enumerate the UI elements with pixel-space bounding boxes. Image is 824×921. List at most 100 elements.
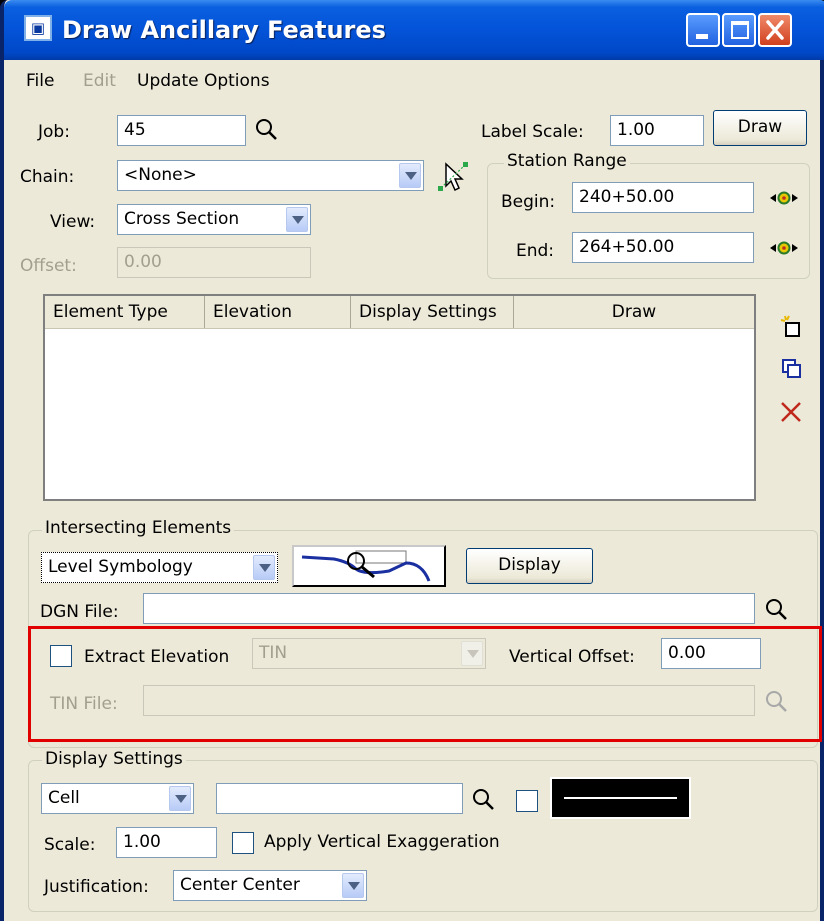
justification-dropdown-icon[interactable] <box>342 873 364 898</box>
close-button[interactable] <box>758 13 792 47</box>
extract-source-dropdown-icon <box>461 641 483 666</box>
apply-vertical-exaggeration-label: Apply Vertical Exaggeration <box>264 832 500 852</box>
intersecting-elements-title: Intersecting Elements <box>42 518 235 538</box>
vertical-offset-value: 0.00 <box>668 643 706 663</box>
apply-vertical-exaggeration-checkbox[interactable] <box>232 832 254 854</box>
display-type-value: Cell <box>48 788 80 808</box>
chain-value: <None> <box>124 165 197 185</box>
pick-element-icon[interactable] <box>436 158 472 194</box>
tin-file-search-icon <box>766 691 787 712</box>
menu-update-options[interactable]: Update Options <box>137 71 270 91</box>
justification-value: Center Center <box>180 875 300 895</box>
line-style-preview[interactable] <box>550 777 691 819</box>
menu-edit: Edit <box>83 71 116 91</box>
begin-locate-icon[interactable] <box>769 186 799 210</box>
window-title: Draw Ancillary Features <box>62 16 386 44</box>
justification-select[interactable]: Center Center <box>173 870 367 901</box>
end-station-field[interactable]: 264+50.00 <box>572 232 754 263</box>
symbology-override-checkbox[interactable] <box>516 790 538 812</box>
symbology-preview[interactable] <box>292 545 446 587</box>
end-locate-icon[interactable] <box>769 236 799 260</box>
view-select[interactable]: Cross Section <box>117 204 311 235</box>
view-value: Cross Section <box>124 209 240 229</box>
maximize-button[interactable] <box>722 13 756 47</box>
column-elevation[interactable]: Elevation <box>205 296 351 328</box>
column-draw[interactable]: Draw <box>514 296 754 328</box>
vertical-offset-label: Vertical Offset: <box>509 647 635 667</box>
element-list-header: Element Type Elevation Display Settings … <box>45 296 754 329</box>
maximize-icon <box>731 21 749 39</box>
column-element-type-label: Element Type <box>53 302 168 322</box>
draw-button-label: Draw <box>737 117 783 137</box>
offset-field: 0.00 <box>117 247 311 278</box>
chain-dropdown-icon[interactable] <box>399 163 421 188</box>
extract-elevation-checkbox[interactable] <box>50 645 72 667</box>
view-label: View: <box>50 212 96 232</box>
display-type-dropdown-icon[interactable] <box>169 786 191 811</box>
station-range-title: Station Range <box>504 151 630 171</box>
copy-element-icon[interactable] <box>779 356 803 382</box>
dialog-window: ▣ Draw Ancillary Features File Edit Upda… <box>0 0 824 921</box>
column-display-settings[interactable]: Display Settings <box>351 296 514 328</box>
draw-button[interactable]: Draw <box>713 110 807 146</box>
job-field[interactable]: 45 <box>117 115 246 146</box>
justification-label: Justification: <box>44 877 149 897</box>
label-scale-field[interactable]: 1.00 <box>610 115 704 146</box>
menu-update-options-label: Update Options <box>137 71 270 91</box>
vertical-offset-field[interactable]: 0.00 <box>661 638 761 669</box>
cell-name-field[interactable] <box>216 783 463 814</box>
tin-file-label: TIN File: <box>50 694 118 714</box>
label-scale-value: 1.00 <box>617 120 655 140</box>
extract-source-value: TIN <box>259 643 288 663</box>
minimize-icon <box>696 34 708 39</box>
element-list[interactable]: Element Type Elevation Display Settings … <box>43 294 756 501</box>
chain-label: Chain: <box>20 167 75 187</box>
end-label: End: <box>516 241 555 261</box>
column-display-settings-label: Display Settings <box>359 302 497 322</box>
label-scale-label: Label Scale: <box>481 122 584 142</box>
chain-select[interactable]: <None> <box>117 160 424 191</box>
menu-bar: File Edit Update Options <box>4 64 824 98</box>
dgn-file-field[interactable] <box>143 593 755 624</box>
scale-value: 1.00 <box>123 832 161 852</box>
display-type-select[interactable]: Cell <box>41 783 194 814</box>
view-dropdown-icon[interactable] <box>286 207 308 232</box>
symbology-value: Level Symbology <box>48 557 193 577</box>
symbology-select[interactable]: Level Symbology <box>41 552 278 583</box>
begin-station-value: 240+50.00 <box>579 187 675 207</box>
app-icon: ▣ <box>24 15 52 41</box>
job-search-icon[interactable] <box>254 117 280 143</box>
menu-file-label: File <box>26 71 55 91</box>
scale-field[interactable]: 1.00 <box>116 827 217 858</box>
column-element-type[interactable]: Element Type <box>45 296 205 328</box>
line-style-sample <box>564 797 677 799</box>
minimize-button[interactable] <box>686 13 720 47</box>
extract-source-select: TIN <box>252 638 486 669</box>
intersection-preview-icon <box>301 550 431 582</box>
tin-file-field <box>143 685 755 716</box>
job-label: Job: <box>38 122 70 142</box>
delete-element-icon[interactable] <box>779 400 803 424</box>
cell-search-icon[interactable] <box>471 787 497 813</box>
end-station-value: 264+50.00 <box>579 237 675 257</box>
job-value: 45 <box>124 120 146 140</box>
scale-label: Scale: <box>44 835 96 855</box>
dgn-file-label: DGN File: <box>40 602 119 622</box>
column-draw-label: Draw <box>611 302 657 322</box>
close-icon <box>766 20 784 40</box>
offset-label: Offset: <box>20 256 77 276</box>
add-element-icon[interactable] <box>779 314 803 340</box>
menu-file[interactable]: File <box>26 71 54 91</box>
symbology-dropdown-icon[interactable] <box>253 555 275 580</box>
begin-label: Begin: <box>501 192 556 212</box>
extract-elevation-label: Extract Elevation <box>84 647 230 667</box>
display-button-label: Display <box>498 555 561 575</box>
title-bar[interactable]: ▣ Draw Ancillary Features <box>4 0 824 60</box>
begin-station-field[interactable]: 240+50.00 <box>572 182 754 213</box>
display-button[interactable]: Display <box>466 548 593 584</box>
dgn-file-search-icon[interactable] <box>764 597 790 623</box>
display-settings-title: Display Settings <box>42 749 186 769</box>
offset-value: 0.00 <box>124 252 162 272</box>
column-elevation-label: Elevation <box>213 302 292 322</box>
menu-edit-label: Edit <box>83 71 116 91</box>
